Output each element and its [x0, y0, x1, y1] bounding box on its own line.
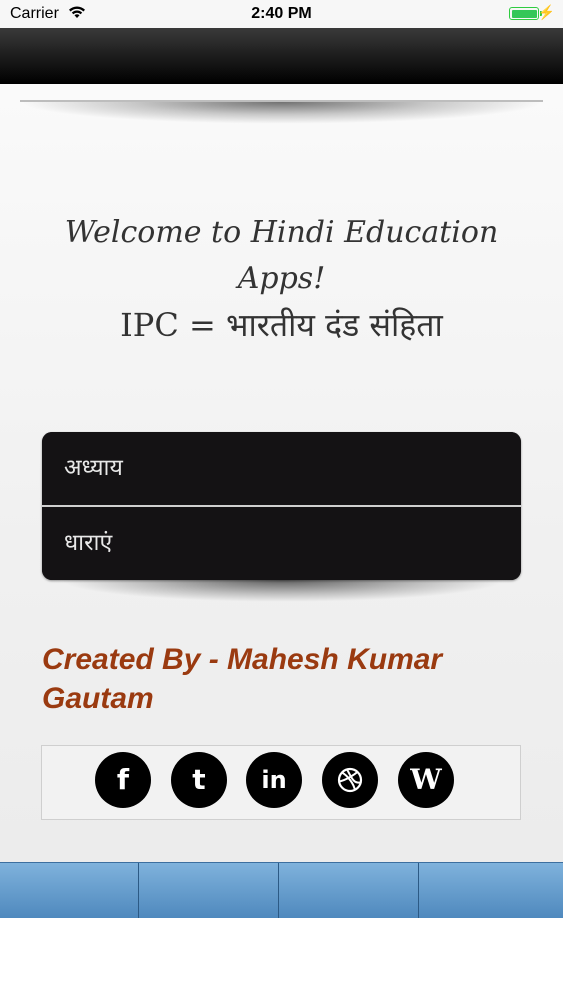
author-credit: Created By - Mahesh Kumar Gautam: [42, 640, 522, 718]
battery-full-icon: [509, 7, 542, 20]
linkedin-icon: in: [261, 766, 287, 794]
tab-2[interactable]: [140, 863, 279, 919]
decorative-shadow-divider: [20, 100, 543, 124]
tab-4[interactable]: [420, 863, 563, 919]
credit-line-2: Gautam: [42, 682, 154, 715]
status-time: 2:40 PM: [251, 5, 312, 22]
facebook-icon: f: [116, 763, 130, 796]
linkedin-button[interactable]: in: [246, 752, 302, 808]
menu-shadow: [60, 580, 505, 602]
welcome-line-1: Welcome to Hindi Education: [64, 215, 499, 250]
bottom-blank-area: [0, 918, 563, 1000]
twitter-button[interactable]: t: [171, 752, 227, 808]
wordpress-icon: W: [410, 763, 442, 796]
tab-bar: [0, 862, 563, 919]
facebook-button[interactable]: f: [95, 752, 151, 808]
wordpress-button[interactable]: W: [398, 752, 454, 808]
charging-bolt-icon: ⚡: [537, 4, 555, 20]
menu-item-sections[interactable]: धाराएं: [42, 507, 521, 580]
tab-3[interactable]: [280, 863, 419, 919]
tab-1[interactable]: [0, 863, 139, 919]
welcome-message: Welcome to Hindi Education Apps! IPC = भ…: [40, 210, 523, 348]
menu-item-chapters[interactable]: अध्याय: [42, 432, 521, 505]
menu-list: अध्याय धाराएं: [42, 432, 521, 580]
status-bar: Carrier 2:40 PM ⚡: [0, 0, 563, 28]
credit-line-1: Created By - Mahesh Kumar: [42, 643, 443, 676]
navigation-bar: [0, 28, 563, 84]
dribbble-button[interactable]: [322, 752, 378, 808]
welcome-line-3: IPC = भारतीय दंड संहिता: [120, 306, 443, 344]
welcome-line-2: Apps!: [237, 261, 326, 296]
twitter-icon: t: [192, 763, 206, 796]
